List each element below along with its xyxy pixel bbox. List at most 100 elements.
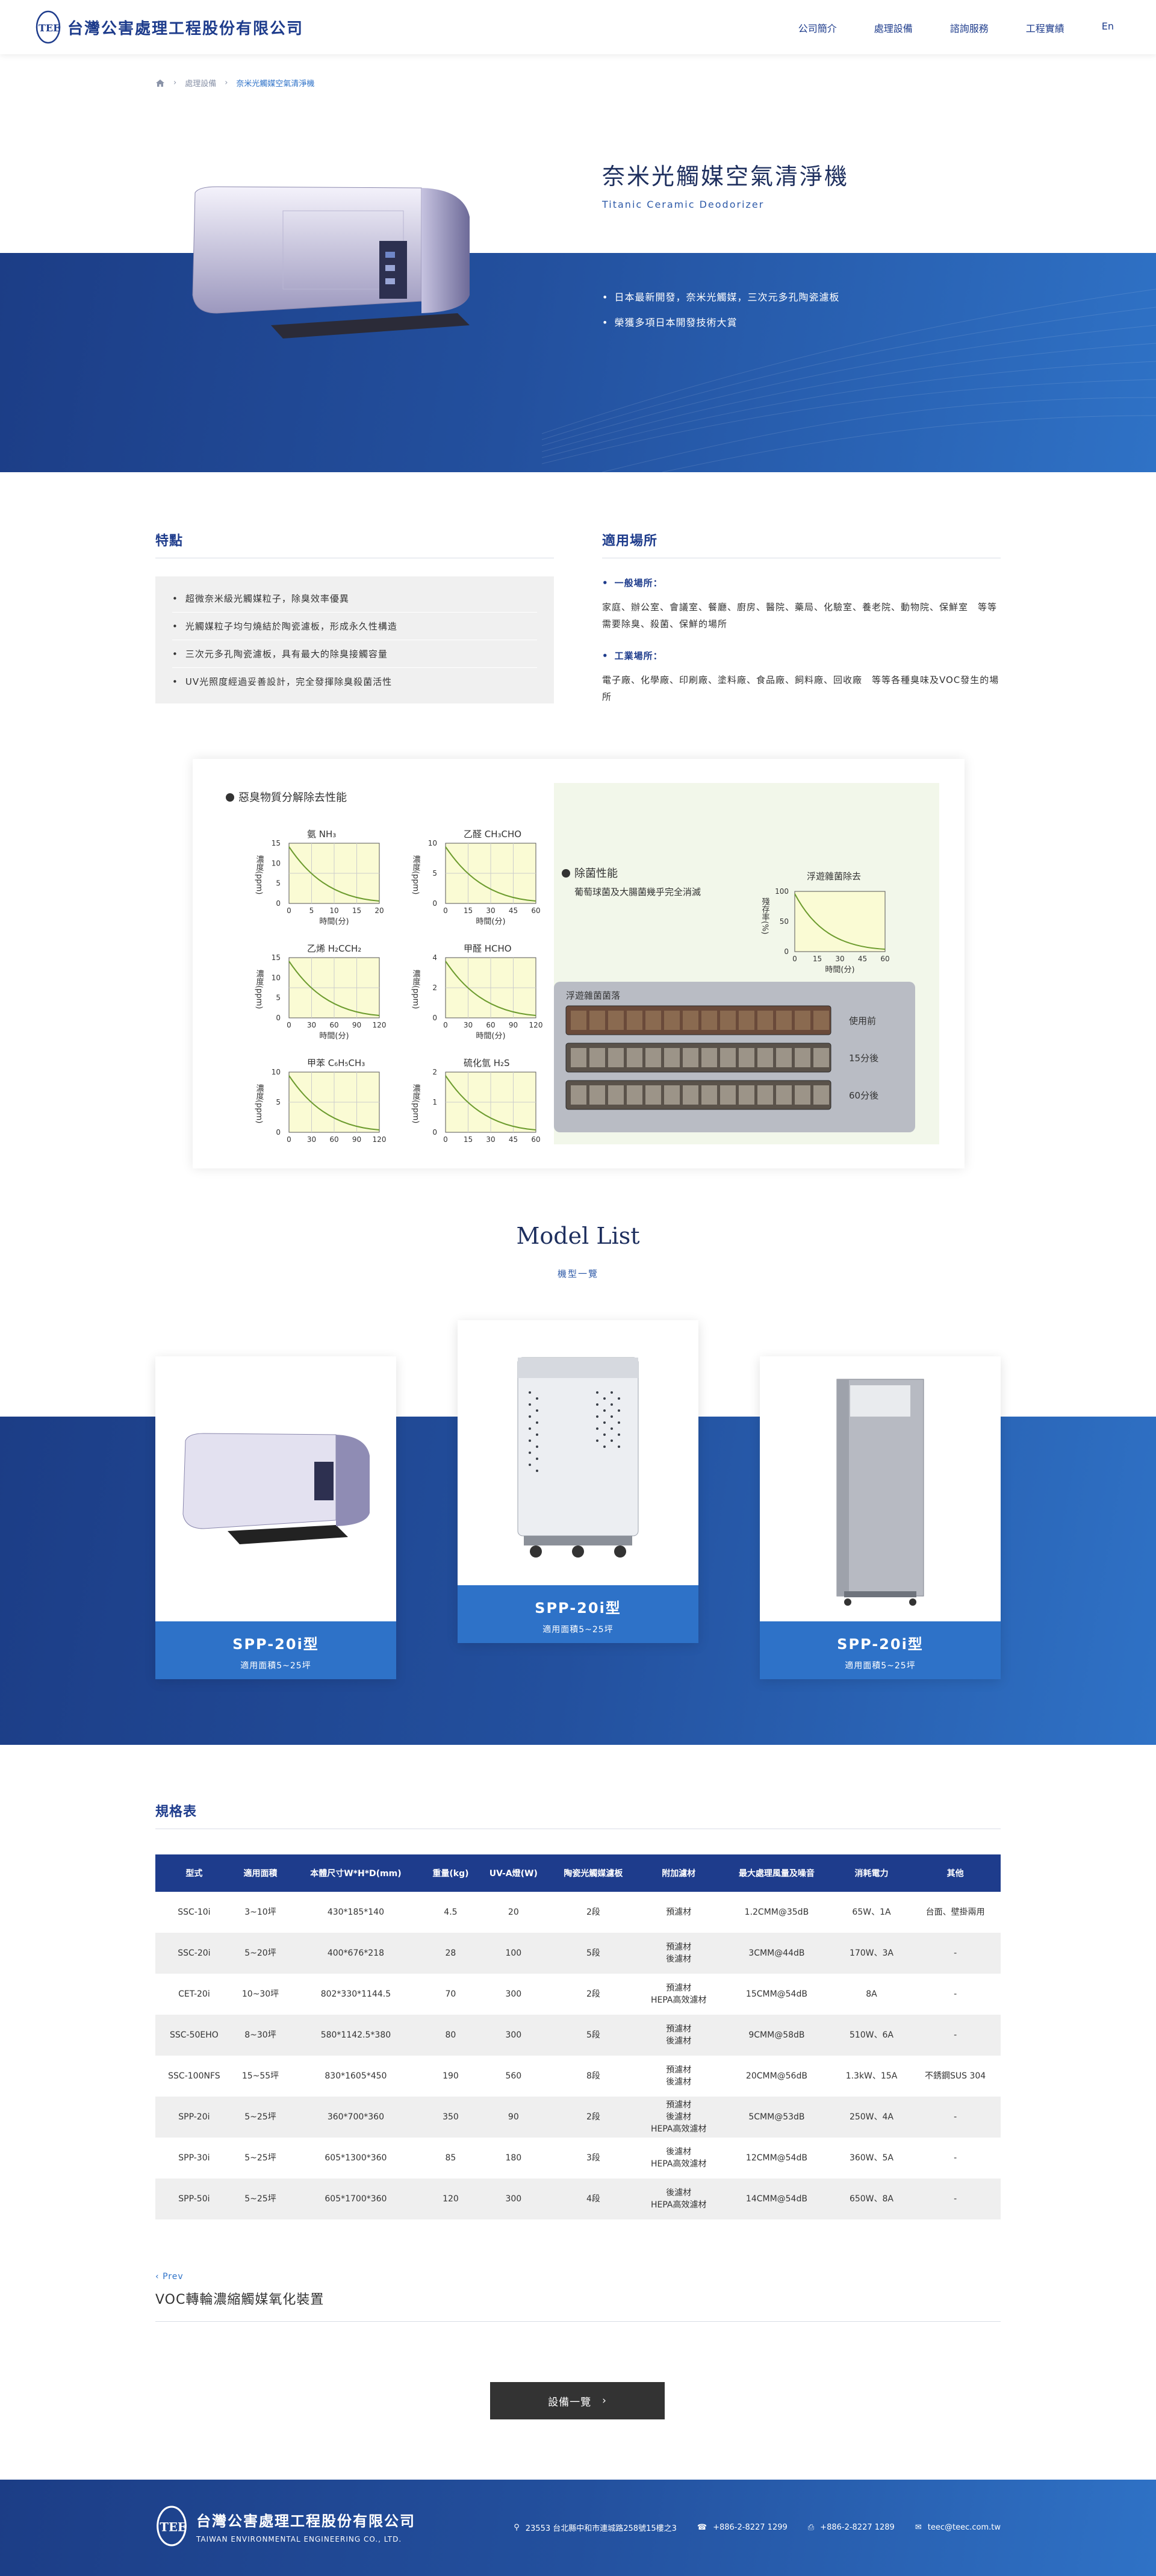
y-tick-label: 2 xyxy=(432,984,437,992)
feature-item: UV光照度經過妥善設計，完全發揮除臭殺菌活性 xyxy=(172,668,537,695)
table-cell: - xyxy=(910,2097,1001,2138)
model-list-title: Model List xyxy=(516,1223,640,1249)
footer-email[interactable]: ✉ teec@teec.com.tw xyxy=(915,2522,1001,2533)
nav-english[interactable]: En xyxy=(1102,20,1114,35)
plate-well xyxy=(589,1011,605,1030)
table-cell: 預濾材 後濾材 xyxy=(637,2015,721,2056)
plate-well xyxy=(720,1011,736,1030)
model-area: 適用面積5~25坪 xyxy=(240,1661,311,1671)
airborne-plot xyxy=(794,891,886,952)
table-cell: SSC-10i xyxy=(178,1907,211,1917)
model-list-subtitle: 機型一覽 xyxy=(557,1268,598,1279)
features-title: 特點 xyxy=(155,534,184,549)
feature-item: 光觸媒粒子均勻燒結於陶瓷濾板，形成永久性構造 xyxy=(172,613,537,640)
breadcrumb-current: 奈米光觸媒空氣清淨機 xyxy=(236,80,315,89)
all-equipment-label: 設備一覽 xyxy=(548,2396,592,2409)
place-label: 工業場所： xyxy=(602,649,1001,662)
prev-link[interactable]: ‹ Prev VOC轉輪濃縮觸媒氧化裝置 xyxy=(155,2272,1001,2322)
home-icon[interactable] xyxy=(155,79,165,87)
air-purifier-product-image xyxy=(192,186,470,338)
table-cell: 350 xyxy=(423,2097,478,2138)
model-card[interactable]: SPP-20i型 適用面積5~25坪 xyxy=(760,1356,1001,1679)
all-equipment-button[interactable]: 設備一覽 › xyxy=(490,2382,665,2419)
table-header-cell: 型式 xyxy=(155,1854,233,1892)
plate-well xyxy=(683,1085,698,1105)
mail-icon: ✉ xyxy=(915,2523,922,2532)
email-text: teec@teec.com.tw xyxy=(927,2523,1001,2532)
x-tick-label: 30 xyxy=(486,1135,495,1144)
mini-chart-title: 氨 NH₃ xyxy=(307,829,336,840)
spec-table-head: 型式 適用面積 本體尺寸W*H*D(mm) 重量(kg) UV-A燈(W) 陶瓷光觸媒濾板… xyxy=(155,1854,1001,1892)
table-cell: 20 xyxy=(508,1907,519,1917)
plate-well xyxy=(813,1011,829,1030)
table-cell: CET-20i xyxy=(178,1989,210,1999)
plate-well xyxy=(608,1085,624,1105)
table-header-cell: 附加濾材 xyxy=(637,1854,721,1892)
table-cell: 250W、4A xyxy=(833,2097,910,2138)
plate-well xyxy=(627,1085,642,1105)
fax-icon: ⎙ xyxy=(807,2523,815,2532)
x-tick-label: 15 xyxy=(464,1135,473,1144)
table-row: SSC-100NFS 15~55坪 830*1605*450 190 560 8段 預濾材後… xyxy=(155,2056,1001,2097)
teec-logo-icon: TEE xyxy=(36,10,60,44)
x-tick-label: 0 xyxy=(443,1135,448,1144)
phone-text: +886-2-8227 1299 xyxy=(713,2523,788,2532)
table-cell: 10~30坪 xyxy=(241,1989,279,1999)
spec-table-body: SSC-10i 3~10坪 430*185*140 4.5 20 2段 預濾材 1.2CMM@… xyxy=(155,1892,1001,2219)
bact-desc: 葡萄球菌及大腸菌幾乎完全消滅 xyxy=(574,887,701,897)
table-header-row: 型式 適用面積 本體尺寸W*H*D(mm) 重量(kg) UV-A燈(W) 陶瓷光觸媒濾板… xyxy=(155,1854,1001,1892)
table-cell: 5~25坪 xyxy=(244,2153,276,2163)
table-cell: 120 xyxy=(423,2178,478,2219)
table-cell: - xyxy=(910,1933,1001,1974)
breadcrumb-equipment[interactable]: 處理設備 xyxy=(185,77,216,89)
y-axis-label: 殘存率(%) xyxy=(760,897,770,934)
x-tick-label: 30 xyxy=(835,955,844,963)
x-tick-label: 0 xyxy=(443,906,448,915)
footer-phone[interactable]: ☎ +886-2-8227 1299 xyxy=(697,2522,788,2533)
x-tick-label: 30 xyxy=(464,1021,473,1029)
place-text: 家庭、辦公室、會議室、餐廳、廚房、醫院、藥局、化驗室、養老院、動物院、保鮮室 等… xyxy=(602,602,998,629)
x-tick-label: 60 xyxy=(880,955,889,963)
table-cell: 9CMM@58dB xyxy=(720,2015,833,2056)
y-axis-label: 濃度(ppm) xyxy=(411,855,421,894)
bullet-dot xyxy=(562,869,570,878)
table-cell: 台面、壁掛兩用 xyxy=(925,1907,985,1917)
table-cell: 5~25坪 xyxy=(232,2097,288,2138)
fax-text: +886-2-8227 1289 xyxy=(820,2523,895,2532)
footer-logo[interactable]: TEE 台灣公害處理工程股份有限公司 TAIWAN ENVIRONMENTAL … xyxy=(155,2504,415,2548)
model-image xyxy=(155,1356,396,1621)
table-cell: 605*1700*360 xyxy=(288,2178,424,2219)
table-cell: 2段 xyxy=(549,2097,638,2138)
table-cell: 1.3kW、15A xyxy=(845,2071,898,2081)
plate-well xyxy=(627,1048,642,1067)
breadcrumb: › 處理設備 › 奈米光觸媒空氣清淨機 xyxy=(155,77,314,89)
table-cell: 560 xyxy=(505,2071,522,2081)
spec-title: 規格表 xyxy=(155,1804,197,1820)
table-cell: 14CMM@54dB xyxy=(720,2178,833,2219)
svg-text:TEE: TEE xyxy=(160,2521,187,2534)
plate-label: 60分後 xyxy=(849,1090,878,1101)
plate-well xyxy=(739,1011,754,1030)
nav-equipment[interactable]: 處理設備 xyxy=(874,20,913,35)
model-name: SPP-20i型 xyxy=(232,1636,319,1653)
plate-well xyxy=(645,1011,661,1030)
plate-well xyxy=(571,1011,586,1030)
model-card[interactable]: SPP-20i型 適用面積5~25坪 xyxy=(155,1356,396,1679)
footer-fax: ⎙ +886-2-8227 1289 xyxy=(808,2522,895,2533)
logo-text: 台灣公害處理工程股份有限公司 xyxy=(67,19,304,38)
y-tick-label: 15 xyxy=(272,839,281,847)
plate-well xyxy=(701,1085,717,1105)
nav-consulting[interactable]: 諮詢服務 xyxy=(950,20,989,35)
table-cell: SSC-50EHO xyxy=(155,2015,233,2056)
phone-icon: ☎ xyxy=(697,2523,707,2532)
nav-projects[interactable]: 工程實績 xyxy=(1026,20,1064,35)
model-card[interactable]: SPP-20i型 適用面積5~25坪 xyxy=(458,1320,698,1643)
site-logo[interactable]: TEE 台灣公害處理工程股份有限公司 xyxy=(35,10,303,45)
y-tick-label: 10 xyxy=(272,973,281,982)
plate-well xyxy=(645,1085,661,1105)
place-text: 電子廠、化學廠、印刷廠、塗料廠、食品廠、飼料廠、回收廠 等等各種臭味及VOC發生… xyxy=(602,675,999,702)
y-tick-label: 5 xyxy=(432,869,437,878)
table-cell: 5~20坪 xyxy=(232,1933,288,1974)
product-title: 奈米光觸媒空氣清淨機 xyxy=(602,163,850,190)
nav-about[interactable]: 公司簡介 xyxy=(798,20,837,35)
